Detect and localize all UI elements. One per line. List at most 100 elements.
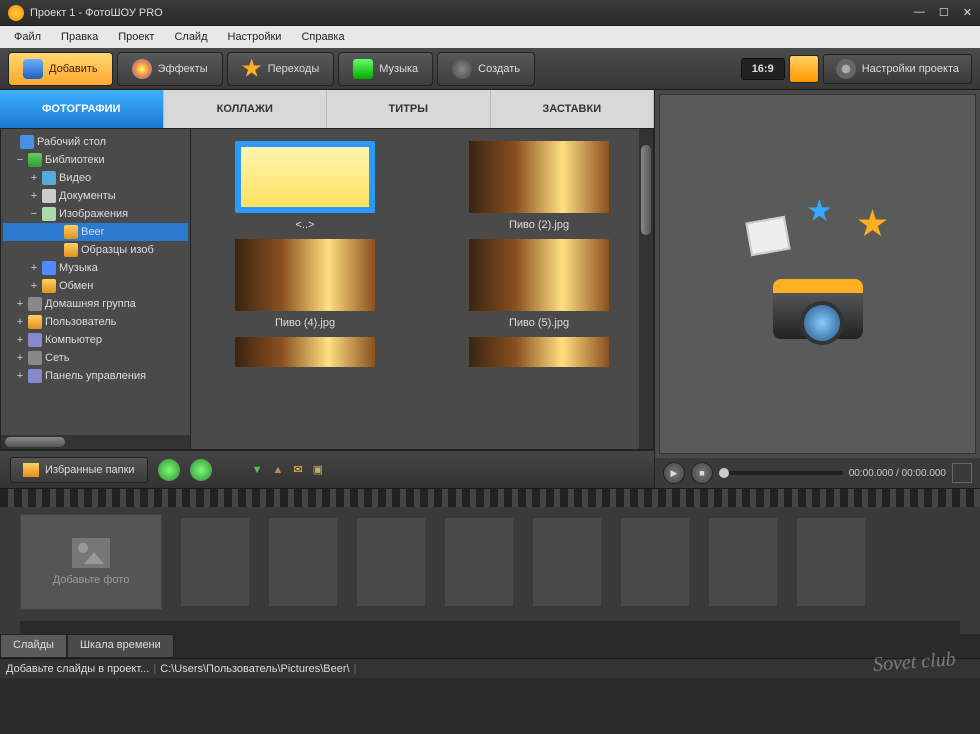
tree-user[interactable]: +Пользователь <box>3 313 188 331</box>
folder-tree: Рабочий стол −Библиотеки +Видео +Докумен… <box>1 129 191 449</box>
tree-hscrollbar[interactable] <box>1 435 190 449</box>
menu-file[interactable]: Файл <box>6 29 49 45</box>
status-hint: Добавьте слайды в проект... <box>6 663 149 675</box>
thumb-file-2[interactable]: Пиво (2).jpg <box>437 141 641 231</box>
tree-desktop[interactable]: Рабочий стол <box>3 133 188 151</box>
menu-project[interactable]: Проект <box>110 29 162 45</box>
maximize-icon[interactable]: ☐ <box>939 6 949 19</box>
tab-photos[interactable]: ФОТОГРАФИИ <box>0 90 164 128</box>
thumbnail-grid: <..> Пиво (2).jpg Пиво (4).jpg Пиво (5).… <box>191 129 653 449</box>
palette-icon <box>132 59 152 79</box>
window-title: Проект 1 - ФотоШОУ PRO <box>30 7 163 19</box>
tree-exchange[interactable]: +Обмен <box>3 277 188 295</box>
gear-icon <box>836 59 856 79</box>
empty-slot[interactable] <box>268 517 338 607</box>
nav-forward-icon[interactable] <box>190 459 212 481</box>
menu-settings[interactable]: Настройки <box>220 29 290 45</box>
tree-beer[interactable]: Beer <box>3 223 188 241</box>
preview-placeholder-icon <box>728 199 908 349</box>
network-icon <box>28 351 42 365</box>
close-icon[interactable]: ✕ <box>963 6 972 19</box>
folder-icon <box>64 243 78 257</box>
minimize-icon[interactable]: — <box>914 6 925 19</box>
arrow-down-icon[interactable]: ▼ <box>252 464 263 476</box>
empty-slot[interactable] <box>532 517 602 607</box>
tab-slides[interactable]: Слайды <box>0 634 67 658</box>
create-button[interactable]: Создать <box>437 52 535 86</box>
effects-button[interactable]: Эффекты <box>117 52 223 86</box>
preview-mode-button[interactable] <box>789 55 819 83</box>
app-logo-icon <box>8 5 24 21</box>
tree-video[interactable]: +Видео <box>3 169 188 187</box>
main-toolbar: Добавить Эффекты Переходы Музыка Создать… <box>0 48 980 90</box>
add-photo-placeholder[interactable]: Добавьте фото <box>20 514 162 610</box>
time-display: 00:00.000 / 00:00.000 <box>849 468 946 479</box>
tab-collages[interactable]: КОЛЛАЖИ <box>164 90 328 128</box>
empty-slot[interactable] <box>180 517 250 607</box>
menu-edit[interactable]: Правка <box>53 29 106 45</box>
statusbar: Добавьте слайды в проект... | C:\Users\П… <box>0 658 980 678</box>
tree-documents[interactable]: +Документы <box>3 187 188 205</box>
desktop-icon <box>20 135 34 149</box>
control-panel-icon <box>28 369 42 383</box>
thumb-file-more2[interactable] <box>437 337 641 367</box>
menu-help[interactable]: Справка <box>293 29 352 45</box>
tree-samples[interactable]: Образцы изоб <box>3 241 188 259</box>
arrow-up-icon[interactable]: ▲ <box>272 464 283 476</box>
browser-bottombar: Избранные папки ▼ ▲ ✉ ▣ <box>0 450 654 488</box>
folder-icon <box>42 279 56 293</box>
music-icon <box>353 59 373 79</box>
tree-control[interactable]: +Панель управления <box>3 367 188 385</box>
status-path: C:\Users\Пользователь\Pictures\Beer\ <box>160 663 349 675</box>
tab-intros[interactable]: ЗАСТАВКИ <box>491 90 655 128</box>
folder-icon <box>23 463 39 477</box>
fullscreen-button[interactable] <box>952 463 972 483</box>
thumb-file-4[interactable]: Пиво (4).jpg <box>203 239 407 329</box>
thumbs-vscrollbar[interactable] <box>639 129 653 449</box>
document-icon <box>42 189 56 203</box>
folder-icon <box>64 225 78 239</box>
content-tabs: ФОТОГРАФИИ КОЛЛАЖИ ТИТРЫ ЗАСТАВКИ <box>0 90 654 128</box>
project-settings-button[interactable]: Настройки проекта <box>823 54 972 84</box>
titlebar: Проект 1 - ФотоШОУ PRO — ☐ ✕ <box>0 0 980 26</box>
user-icon <box>28 315 42 329</box>
computer-icon <box>28 333 42 347</box>
tree-homegroup[interactable]: +Домашняя группа <box>3 295 188 313</box>
add-button[interactable]: Добавить <box>8 52 113 86</box>
player-bar: ▶ ■ 00:00.000 / 00:00.000 <box>655 458 980 488</box>
mail-icon[interactable]: ✉ <box>293 463 302 476</box>
tree-libraries[interactable]: −Библиотеки <box>3 151 188 169</box>
open-folder-icon[interactable]: ▣ <box>313 463 323 476</box>
tab-timescale[interactable]: Шкала времени <box>67 634 174 658</box>
thumb-file-5[interactable]: Пиво (5).jpg <box>437 239 641 329</box>
tab-titles[interactable]: ТИТРЫ <box>327 90 491 128</box>
star-icon <box>242 59 262 79</box>
empty-slot[interactable] <box>796 517 866 607</box>
seek-slider[interactable] <box>719 471 843 475</box>
empty-slot[interactable] <box>620 517 690 607</box>
stop-button[interactable]: ■ <box>691 462 713 484</box>
aspect-ratio[interactable]: 16:9 <box>741 58 785 80</box>
timeline-hscrollbar[interactable] <box>20 621 960 635</box>
video-icon <box>42 171 56 185</box>
play-button[interactable]: ▶ <box>663 462 685 484</box>
transitions-button[interactable]: Переходы <box>227 52 335 86</box>
tree-network[interactable]: +Сеть <box>3 349 188 367</box>
thumb-up[interactable]: <..> <box>203 141 407 231</box>
filmstrip-decoration <box>0 489 980 507</box>
favorites-button[interactable]: Избранные папки <box>10 457 148 483</box>
tree-music[interactable]: +Музыка <box>3 259 188 277</box>
music-folder-icon <box>42 261 56 275</box>
timeline-panel: Добавьте фото Слайды Шкала времени <box>0 488 980 658</box>
camera-icon <box>23 59 43 79</box>
thumb-file-more1[interactable] <box>203 337 407 367</box>
menu-slide[interactable]: Слайд <box>166 29 215 45</box>
tree-images[interactable]: −Изображения <box>3 205 188 223</box>
nav-back-icon[interactable] <box>158 459 180 481</box>
empty-slot[interactable] <box>708 517 778 607</box>
tree-computer[interactable]: +Компьютер <box>3 331 188 349</box>
homegroup-icon <box>28 297 42 311</box>
music-button[interactable]: Музыка <box>338 52 433 86</box>
empty-slot[interactable] <box>356 517 426 607</box>
empty-slot[interactable] <box>444 517 514 607</box>
